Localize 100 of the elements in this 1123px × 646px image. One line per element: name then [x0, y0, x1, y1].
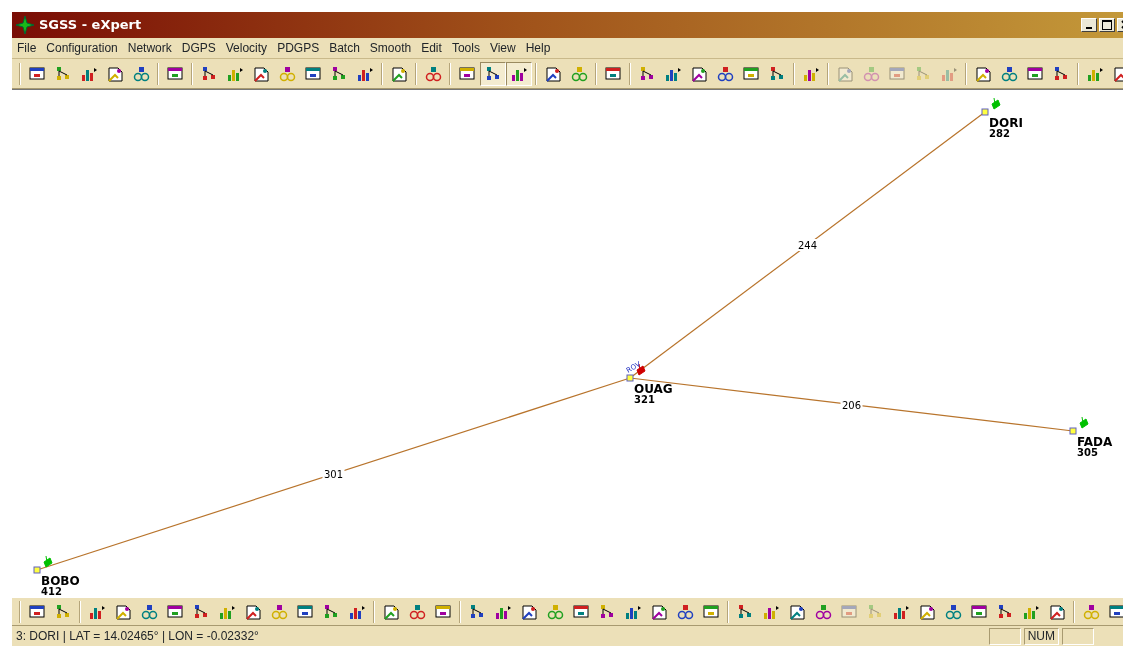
tool-icon: [1048, 602, 1066, 621]
menu-item[interactable]: Tools: [446, 38, 485, 57]
tool-icon: [888, 64, 906, 83]
tool-icon: [192, 602, 210, 621]
tool-icon: [166, 64, 184, 83]
tool-icon: [322, 602, 340, 621]
tool-icon: [1052, 64, 1070, 83]
status-pane: [988, 627, 1021, 645]
maximize-button[interactable]: [1099, 17, 1115, 32]
tool-icon: [382, 602, 400, 621]
menu-item[interactable]: File: [12, 38, 42, 57]
tool-icon: [650, 602, 668, 621]
tool-icon: [520, 602, 538, 621]
tool-icon: [598, 602, 616, 621]
tool-icon: [702, 602, 720, 621]
tool-icon: [944, 602, 962, 621]
tool-icon: [28, 602, 46, 621]
station-name: OUAG: [634, 381, 673, 396]
tool-icon: [840, 602, 858, 621]
tool-icon: [54, 602, 72, 621]
tool-icon: [544, 64, 562, 83]
tool-icon: [54, 64, 72, 83]
tool-icon: [1026, 64, 1044, 83]
station-name: BOBO: [41, 573, 80, 588]
tool-icon: [252, 64, 270, 83]
tool-icon: [114, 602, 132, 621]
tool-icon: [814, 602, 832, 621]
window-title: SGSS - eXpert: [39, 16, 142, 35]
station-marker[interactable]: [981, 108, 989, 116]
menu-item[interactable]: PDGPS: [272, 38, 325, 57]
tool-icon: [28, 64, 46, 83]
menu-item[interactable]: View: [484, 38, 521, 57]
tool-icon: [690, 64, 708, 83]
minimize-icon: [1086, 26, 1092, 29]
tool-icon: [106, 64, 124, 83]
tool-icon: [1108, 602, 1123, 621]
tool-icon: [716, 64, 734, 83]
tool-icon: [742, 64, 760, 83]
tool-icon: [866, 602, 884, 621]
tool-icon: [132, 64, 150, 83]
tool-icon: [676, 602, 694, 621]
tool-icon: [918, 602, 936, 621]
baseline-length: 244: [797, 239, 818, 251]
tool-icon: [424, 64, 442, 83]
tool-icon: [304, 64, 322, 83]
tool-icon: [270, 602, 288, 621]
station-name: DORI: [989, 115, 1023, 130]
tool-icon: [434, 602, 452, 621]
tool-icon: [296, 602, 314, 621]
tool-icon: [604, 64, 622, 83]
tool-icon: [974, 64, 992, 83]
tool-icon: [278, 64, 296, 83]
tool-icon: [166, 602, 184, 621]
station-name: FADA: [1077, 434, 1113, 449]
status-text: 3: DORI | LAT = 14.02465° | LON = -0.02332°: [16, 628, 259, 646]
station-marker[interactable]: [1069, 427, 1077, 435]
station-marker[interactable]: [626, 374, 634, 382]
tool-icon: [788, 602, 806, 621]
tool-icon: [468, 602, 486, 621]
tool-icon: [572, 602, 590, 621]
station-marker[interactable]: [33, 566, 41, 574]
tool-icon: [408, 602, 426, 621]
tool-icon: [996, 602, 1014, 621]
tool-icon: [200, 64, 218, 83]
maximize-icon: [1102, 19, 1112, 30]
baseline-length: 301: [323, 468, 344, 480]
menu-item[interactable]: Batch: [324, 38, 365, 57]
minimize-button[interactable]: [1081, 17, 1097, 32]
menu-item[interactable]: Network: [122, 38, 177, 57]
menu-item[interactable]: Configuration: [41, 38, 123, 57]
tool-icon: [970, 602, 988, 621]
station-count: 305: [1077, 446, 1098, 458]
tool-icon: [1000, 64, 1018, 83]
compass-star-icon: [16, 15, 34, 34]
tool-icon: [546, 602, 564, 621]
tool-icon: [914, 64, 932, 83]
menu-item[interactable]: Smooth: [364, 38, 417, 57]
tool-icon: [768, 64, 786, 83]
tool-icon: [862, 64, 880, 83]
tool-icon: [836, 64, 854, 83]
station-count: 321: [634, 393, 655, 405]
tool-icon: [244, 602, 262, 621]
tool-icon: [570, 64, 588, 83]
status-pane: [1062, 627, 1094, 645]
tool-icon: [736, 602, 754, 621]
tool-icon: [484, 64, 502, 83]
tool-icon: [638, 64, 656, 83]
tool-icon: [1082, 602, 1100, 621]
station-count: 412: [41, 585, 62, 597]
menu-item[interactable]: DGPS: [176, 38, 221, 57]
station-count: 282: [989, 127, 1010, 139]
baseline-length: 206: [841, 399, 862, 411]
menu-item[interactable]: Edit: [416, 38, 447, 57]
status-pane: NUM: [1023, 627, 1059, 645]
toolbar-button[interactable]: [506, 61, 532, 86]
toolbar-button[interactable]: [480, 61, 506, 86]
menu-item[interactable]: Help: [520, 38, 556, 57]
menu-item[interactable]: Velocity: [220, 38, 273, 57]
tool-icon: [140, 602, 158, 621]
tool-icon: [458, 64, 476, 83]
